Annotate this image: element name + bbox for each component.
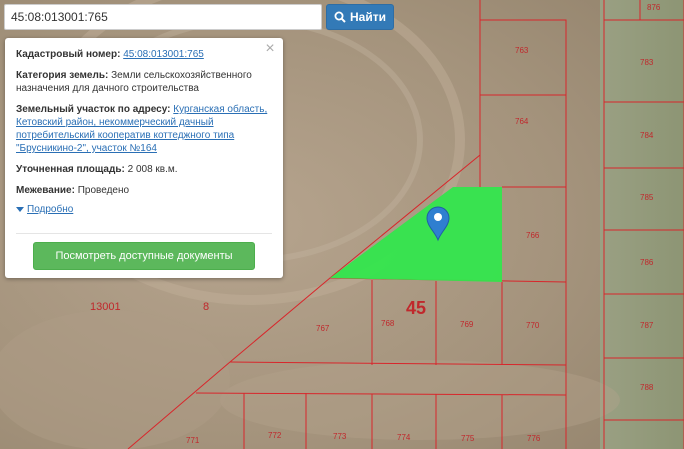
search-input[interactable]	[4, 4, 322, 30]
plot-label: 783	[640, 58, 654, 67]
search-button[interactable]: Найти	[326, 4, 394, 30]
plot-label: 764	[515, 117, 529, 126]
side-label: 8	[203, 301, 209, 313]
divider	[16, 233, 272, 234]
plot-label: 763	[515, 46, 529, 55]
block-label: 45	[406, 298, 426, 318]
quarter-label: 13001	[90, 301, 121, 313]
plot-label: 772	[268, 431, 282, 440]
survey-value: Проведено	[77, 185, 130, 196]
details-toggle-label: Подробно	[27, 204, 74, 215]
plot-label: 785	[640, 193, 654, 202]
parcel-info-popup: × Кадастровый номер: 45:08:013001:765 Ка…	[5, 38, 283, 278]
view-documents-button[interactable]: Посмотреть доступные документы	[33, 242, 255, 270]
area-row: Уточненная площадь: 2 008 кв.м.	[16, 163, 271, 176]
area-label: Уточненная площадь:	[16, 164, 125, 175]
plot-label: 787	[640, 321, 654, 330]
caret-down-icon	[16, 207, 24, 212]
cadastral-link[interactable]: 45:08:013001:765	[123, 49, 204, 60]
plot-label: 767	[316, 324, 330, 333]
plot-label: 786	[640, 258, 654, 267]
plot-label: 769	[460, 320, 474, 329]
search-icon	[334, 11, 346, 23]
plot-label: 774	[397, 433, 411, 442]
category-row: Категория земель: Земли сельскохозяйстве…	[16, 69, 271, 95]
category-label: Категория земель:	[16, 70, 109, 81]
close-icon[interactable]: ×	[263, 41, 277, 57]
survey-label: Межевание:	[16, 185, 75, 196]
plot-label: 771	[186, 436, 200, 445]
search-bar: Найти	[4, 4, 394, 30]
plot-label: 768	[381, 319, 395, 328]
plot-label: 770	[526, 321, 540, 330]
plot-label: 876	[647, 3, 661, 12]
cadastral-row: Кадастровый номер: 45:08:013001:765	[16, 48, 271, 61]
survey-row: Межевание: Проведено	[16, 184, 271, 197]
plot-label: 773	[333, 432, 347, 441]
address-row: Земельный участок по адресу: Курганская …	[16, 103, 271, 155]
area-value: 2 008 кв.м.	[127, 164, 178, 175]
address-label: Земельный участок по адресу:	[16, 104, 171, 115]
search-button-label: Найти	[350, 10, 386, 24]
plot-label: 784	[640, 131, 654, 140]
cadastral-label: Кадастровый номер:	[16, 49, 121, 60]
plot-label: 776	[527, 434, 541, 443]
details-toggle[interactable]: Подробно	[16, 204, 271, 215]
view-documents-label: Посмотреть доступные документы	[55, 250, 233, 262]
plot-label: 766	[526, 231, 540, 240]
plot-label: 775	[461, 434, 475, 443]
plot-label: 788	[640, 383, 654, 392]
